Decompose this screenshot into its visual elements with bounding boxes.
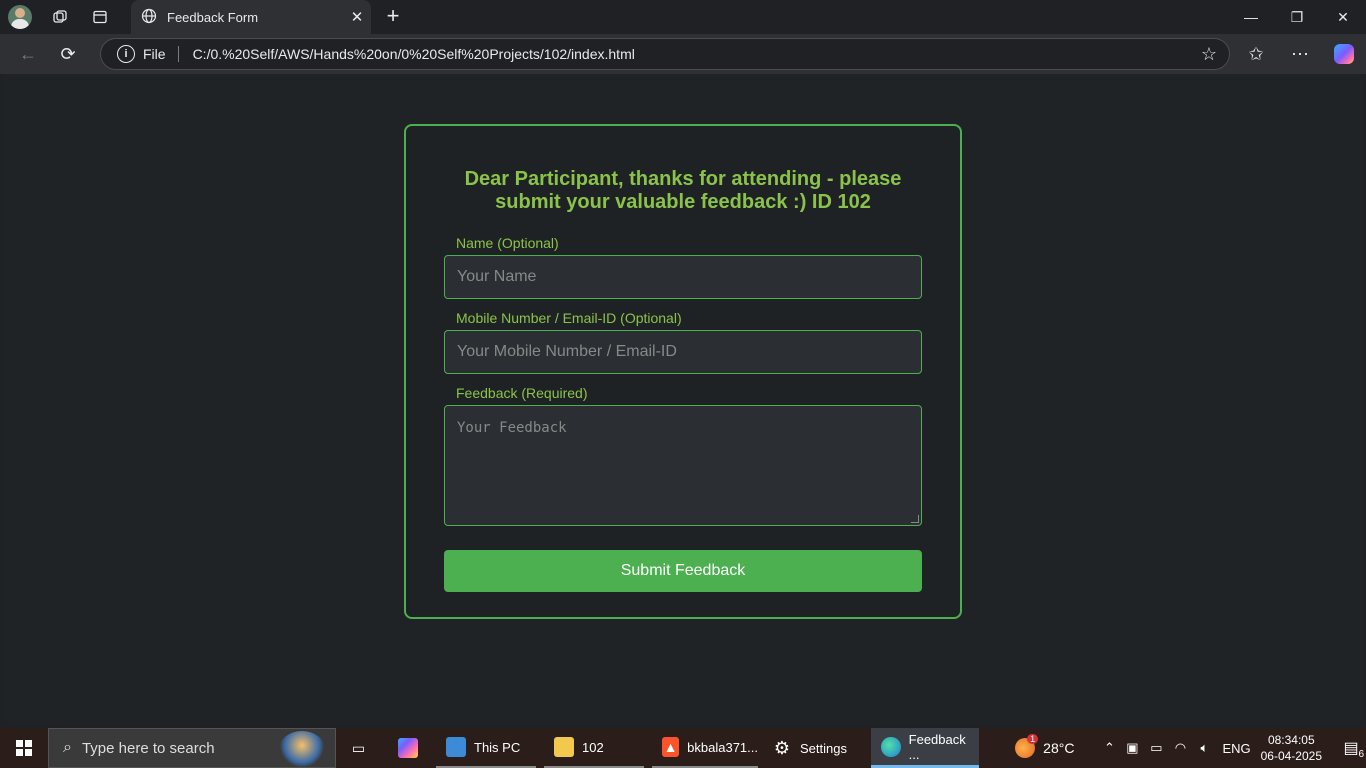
taskbar-app-label: Settings <box>800 740 847 756</box>
folder-icon <box>554 737 574 757</box>
refresh-button[interactable]: ⟳ <box>48 34 88 74</box>
name-input[interactable]: Your Name <box>444 255 922 299</box>
clock-time: 08:34:05 <box>1267 733 1315 747</box>
divider <box>177 46 179 62</box>
resize-handle[interactable] <box>911 515 919 523</box>
taskbar-search[interactable]: ⌕ Type here to search <box>48 728 336 768</box>
new-tab-button[interactable]: + <box>380 3 406 29</box>
copilot-taskbar-icon <box>398 738 418 758</box>
page-content: Dear Participant, thanks for attending -… <box>4 74 1362 724</box>
settings-gear-icon: ⚙ <box>773 737 791 758</box>
restore-button[interactable]: ❐ <box>1274 0 1320 34</box>
address-bar[interactable]: i File C:/0.%20Self/AWS/Hands%20on/0%20S… <box>100 38 1230 70</box>
taskbar-app-settings[interactable]: ⚙ Settings <box>762 728 862 768</box>
submit-button[interactable]: Submit Feedback <box>444 550 922 592</box>
weather-widget[interactable]: 1 28°C <box>1015 734 1075 758</box>
wifi-icon[interactable]: ◠ <box>1168 740 1192 756</box>
system-tray: 1 28°C ⌃ ▣ ▭ ◠ 🔈︎ ENG 08:34:05 06-04-202… <box>1015 728 1366 768</box>
copilot-icon[interactable] <box>1322 34 1366 74</box>
computer-icon <box>446 737 466 757</box>
address-scheme: File <box>143 46 166 62</box>
tab-close-icon[interactable]: ✕ <box>343 8 371 26</box>
taskbar-app-label: 102 <box>582 739 604 755</box>
notification-icon: ▤ <box>1343 740 1359 757</box>
clock-date: 06-04-2025 <box>1260 749 1322 763</box>
favorites-icon[interactable]: ✩ <box>1234 34 1278 74</box>
address-url[interactable]: C:/0.%20Self/AWS/Hands%20on/0%20Self%20P… <box>193 46 1189 62</box>
task-view-button[interactable]: ▭ <box>345 728 375 768</box>
meet-icon[interactable]: ▣ <box>1120 740 1144 756</box>
more-menu-icon[interactable]: ⋯ <box>1278 34 1322 74</box>
edge-icon <box>881 736 901 757</box>
task-view-icon: ▭ <box>351 739 366 756</box>
brave-icon: ▲ <box>662 737 680 757</box>
workspaces-icon[interactable] <box>40 0 80 34</box>
tab-feedback-form[interactable]: Feedback Form ✕ <box>131 0 371 34</box>
taskbar-app-label: Feedback ... <box>908 731 966 762</box>
feedback-placeholder: Your Feedback <box>457 420 567 436</box>
weather-temp: 28°C <box>1043 740 1075 756</box>
weather-badge: 1 <box>1027 734 1039 744</box>
name-label: Name (Optional) <box>456 235 559 251</box>
search-highlight-image <box>279 731 325 767</box>
taskbar-app-this-pc[interactable]: This PC <box>436 728 536 768</box>
search-icon: ⌕ <box>63 739 72 756</box>
back-button[interactable]: ← <box>8 34 48 74</box>
minimize-button[interactable]: — <box>1228 0 1274 34</box>
taskbar-app-label: This PC <box>474 739 521 755</box>
chevron-up-icon[interactable]: ⌃ <box>1098 740 1120 756</box>
info-icon[interactable]: i <box>117 45 135 63</box>
form-heading: Dear Participant, thanks for attending -… <box>464 168 902 213</box>
favorite-star-icon[interactable]: ☆ <box>1189 44 1229 65</box>
battery-icon[interactable]: ▭ <box>1144 740 1168 756</box>
browser-titlebar: Feedback Form ✕ + — ❐ ✕ <box>0 0 1366 34</box>
notification-count: 6 <box>1358 749 1364 760</box>
feedback-textarea[interactable]: Your Feedback <box>444 405 922 526</box>
profile-avatar[interactable] <box>0 0 40 34</box>
start-button[interactable] <box>0 728 48 768</box>
tab-title: Feedback Form <box>167 9 259 25</box>
taskbar: ⌕ Type here to search ▭ This PC 102 ▲ bk… <box>0 728 1366 768</box>
copilot-taskbar-button[interactable] <box>388 728 428 768</box>
contact-label: Mobile Number / Email-ID (Optional) <box>456 310 682 326</box>
taskbar-app-label: bkbala371... <box>687 739 758 755</box>
volume-icon[interactable]: 🔈︎ <box>1192 740 1216 756</box>
avatar <box>8 5 32 29</box>
taskbar-app-brave[interactable]: ▲ bkbala371... <box>652 728 758 768</box>
search-placeholder: Type here to search <box>81 739 215 757</box>
taskbar-app-folder-102[interactable]: 102 <box>544 728 644 768</box>
feedback-card: Dear Participant, thanks for attending -… <box>404 124 962 619</box>
close-window-button[interactable]: ✕ <box>1320 0 1366 34</box>
contact-input[interactable]: Your Mobile Number / Email-ID <box>444 330 922 374</box>
vertical-tabs-icon[interactable] <box>80 0 120 34</box>
language-indicator[interactable]: ENG <box>1222 741 1250 756</box>
globe-icon <box>141 8 157 27</box>
feedback-label: Feedback (Required) <box>456 385 588 401</box>
notification-center-button[interactable]: ▤ 6 <box>1336 738 1366 760</box>
windows-icon <box>16 740 32 756</box>
clock[interactable]: 08:34:05 06-04-2025 <box>1261 732 1322 764</box>
taskbar-app-edge[interactable]: Feedback ... <box>871 728 979 768</box>
browser-toolbar: ← ⟳ i File C:/0.%20Self/AWS/Hands%20on/0… <box>0 34 1366 74</box>
